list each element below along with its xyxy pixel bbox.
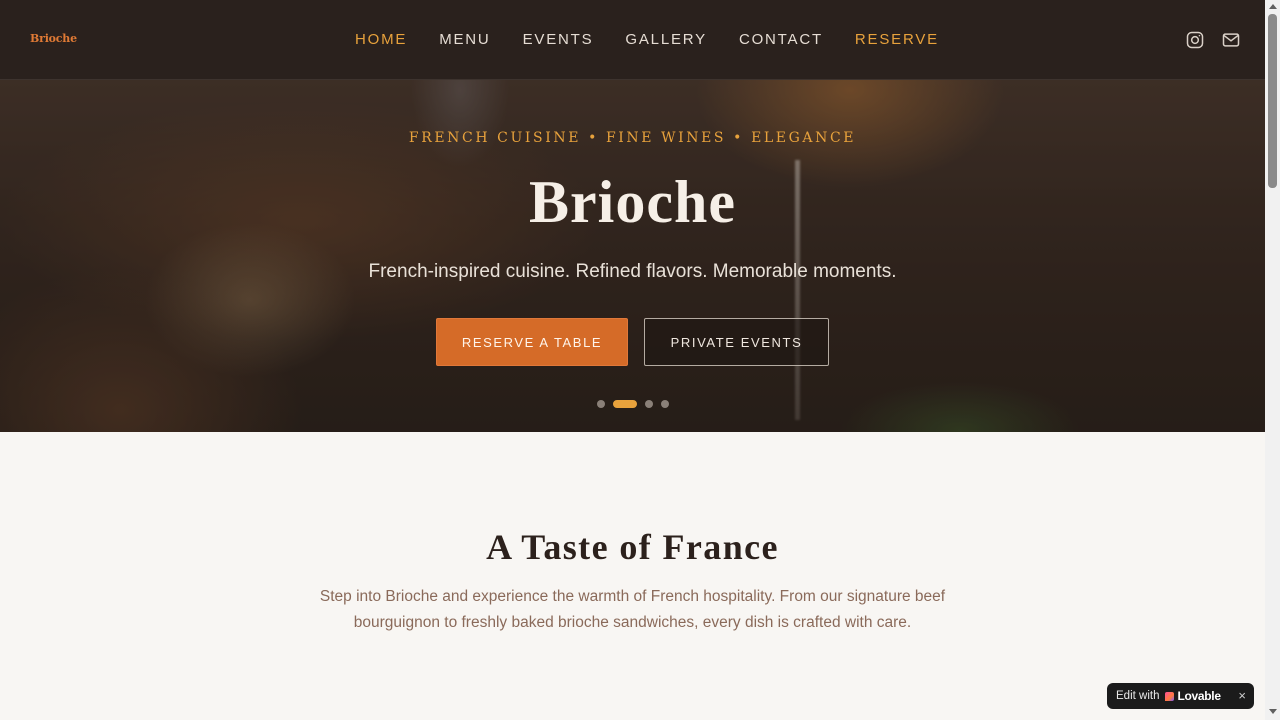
carousel-dots <box>597 400 669 408</box>
close-icon[interactable]: × <box>1238 688 1246 703</box>
carousel-dot-4[interactable] <box>661 400 669 408</box>
main-nav: HOME MENU EVENTS GALLERY CONTACT RESERVE <box>355 31 971 48</box>
badge-prefix: Edit with <box>1116 690 1160 702</box>
intro-text: Step into Brioche and experience the war… <box>319 588 946 631</box>
nav-gallery[interactable]: GALLERY <box>625 31 707 48</box>
hero-subtitle: French-inspired cuisine. Refined flavors… <box>368 261 897 282</box>
page-scrollbar[interactable] <box>1265 0 1280 720</box>
carousel-dot-1[interactable] <box>597 400 605 408</box>
reserve-table-button[interactable]: RESERVE A TABLE <box>436 318 628 366</box>
intro-title: A Taste of France <box>486 527 779 567</box>
scroll-down-icon[interactable] <box>1269 709 1277 714</box>
scroll-up-icon[interactable] <box>1269 4 1277 9</box>
private-events-button[interactable]: PRIVATE EVENTS <box>644 318 829 366</box>
lovable-heart-icon <box>1165 691 1175 701</box>
hero-section: FRENCH CUISINE • FINE WINES • ELEGANCE B… <box>0 80 1265 432</box>
nav-contact[interactable]: CONTACT <box>739 31 823 48</box>
hero-title: Brioche <box>529 169 736 235</box>
site-header: Brioche HOME MENU EVENTS GALLERY CONTACT… <box>0 0 1265 80</box>
carousel-dot-2[interactable] <box>613 400 637 408</box>
edit-with-lovable-badge[interactable]: Edit with Lovable × <box>1107 683 1254 709</box>
carousel-dot-3[interactable] <box>645 400 653 408</box>
nav-reserve[interactable]: RESERVE <box>855 31 939 48</box>
scrollbar-thumb[interactable] <box>1268 14 1277 188</box>
nav-menu[interactable]: MENU <box>439 31 490 48</box>
instagram-icon[interactable] <box>1185 30 1205 50</box>
hero-kicker: FRENCH CUISINE • FINE WINES • ELEGANCE <box>408 130 857 146</box>
lovable-logo: Lovable <box>1165 689 1221 703</box>
lovable-brand: Lovable <box>1177 689 1221 703</box>
mail-icon[interactable] <box>1221 30 1241 50</box>
nav-events[interactable]: EVENTS <box>523 31 594 48</box>
nav-home[interactable]: HOME <box>355 31 407 48</box>
site-logo[interactable]: Brioche <box>30 32 77 45</box>
